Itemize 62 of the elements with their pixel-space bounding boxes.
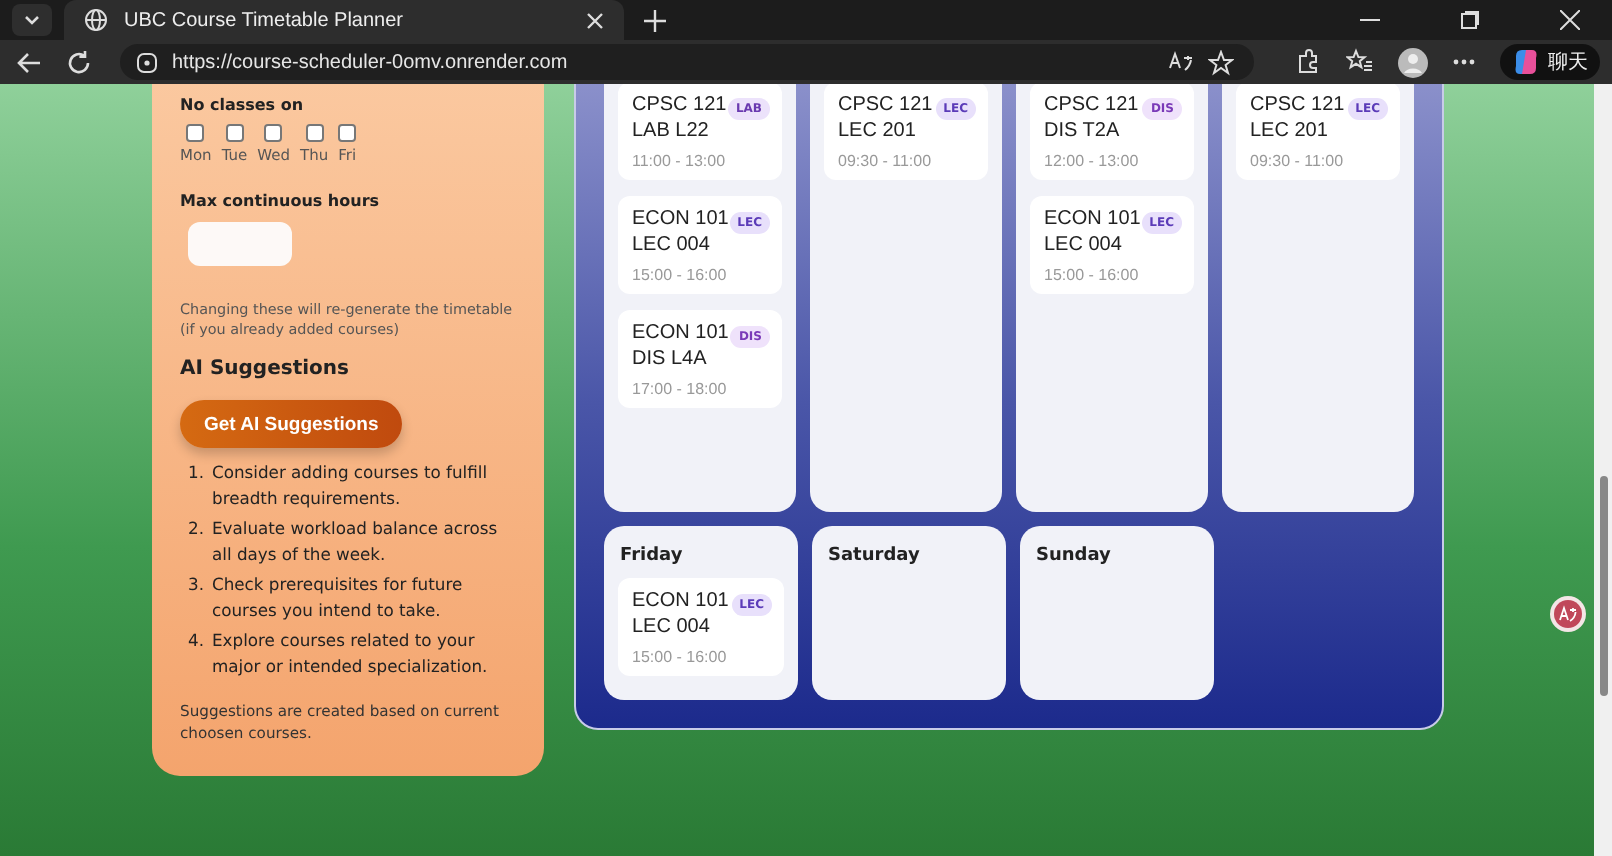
class-name: ECON 101 DIS L4A [632,320,729,372]
reload-icon[interactable] [66,49,92,75]
class-time: 11:00 - 13:00 [632,152,728,170]
class-time: 15:00 - 16:00 [632,266,729,284]
copilot-icon [1512,48,1540,76]
globe-icon [84,8,108,32]
url-text: https://course-scheduler-0omv.onrender.com [172,51,568,73]
suggestion-number: 4. [188,628,206,654]
restore-icon[interactable] [1460,10,1480,30]
extensions-icon[interactable] [1294,48,1322,76]
class-name: CPSC 121 DIS T2A [1044,92,1139,144]
close-icon[interactable] [586,11,604,29]
day-name: Sunday [1036,546,1113,566]
more-icon[interactable] [1452,58,1476,66]
suggestion-text: Consider adding courses to fulfill breadth requirements. [212,460,490,512]
translate-icon [1554,600,1582,628]
browser-tab[interactable]: UBC Course Timetable Planner [64,0,624,40]
class-name: CPSC 121 LEC 201 [838,92,933,144]
day-checkbox[interactable] [264,124,283,142]
class-time: 09:30 - 11:00 [1250,152,1346,170]
class-time: 12:00 - 13:00 [1044,152,1141,170]
address-bar[interactable]: https://course-scheduler-0omv.onrender.com [120,44,1254,80]
site-info-icon[interactable] [136,51,158,73]
get-ai-suggestions-button[interactable]: Get AI Suggestions [180,400,403,448]
suggestion-number: 3. [188,572,206,598]
class-time: 15:00 - 16:00 [1044,266,1141,284]
new-tab-icon[interactable] [644,9,666,31]
day-checkbox[interactable] [305,124,324,142]
suggestion-number: 2. [188,516,206,542]
close-window-icon[interactable] [1560,10,1580,30]
class-time: 15:00 - 16:00 [632,648,729,666]
suggestion-text: Evaluate workload balance across all days of the week. [212,516,500,568]
max-hours-input[interactable] [188,222,292,266]
class-name: CPSC 121 LEC 201 [1250,92,1345,144]
day-checkbox[interactable] [338,124,357,142]
class-name: CPSC 121 LAB L22 [632,92,727,144]
ai-suggestions-heading: AI Suggestions [180,358,351,380]
class-name: ECON 101 LEC 004 [632,206,729,258]
suggestion-text: Check prerequisites for future courses you intend to take. [212,572,465,624]
translate-icon[interactable] [1168,50,1194,74]
back-arrow-icon[interactable] [16,49,42,75]
scrollbar[interactable] [1594,84,1612,856]
tab-list-button[interactable] [12,4,52,36]
class-name: ECON 101 LEC 004 [632,588,729,640]
day-checkbox[interactable] [186,124,205,142]
max-hours-label: Max continuous hours [180,192,382,210]
copilot-button[interactable]: 聊天 [1500,44,1600,80]
class-time: 17:00 - 18:00 [632,380,729,398]
favorites-icon[interactable] [1346,48,1374,76]
class-time: 09:30 - 11:00 [838,152,934,170]
tab-title: UBC Course Timetable Planner [124,9,406,31]
star-icon[interactable] [1208,49,1234,75]
day-checkbox[interactable] [225,124,244,142]
suggestion-text: Explore courses related to your major or intended specialization. [212,628,490,680]
no-classes-label: No classes on [180,96,306,114]
chevron-down-icon [22,10,42,30]
day-name: Saturday [828,546,922,566]
translate-float-button[interactable] [1550,596,1586,632]
class-name: ECON 101 LEC 004 [1044,206,1141,258]
day-name: Friday [620,546,685,566]
suggestion-number: 1. [188,460,206,486]
profile-avatar-icon[interactable] [1398,47,1428,77]
